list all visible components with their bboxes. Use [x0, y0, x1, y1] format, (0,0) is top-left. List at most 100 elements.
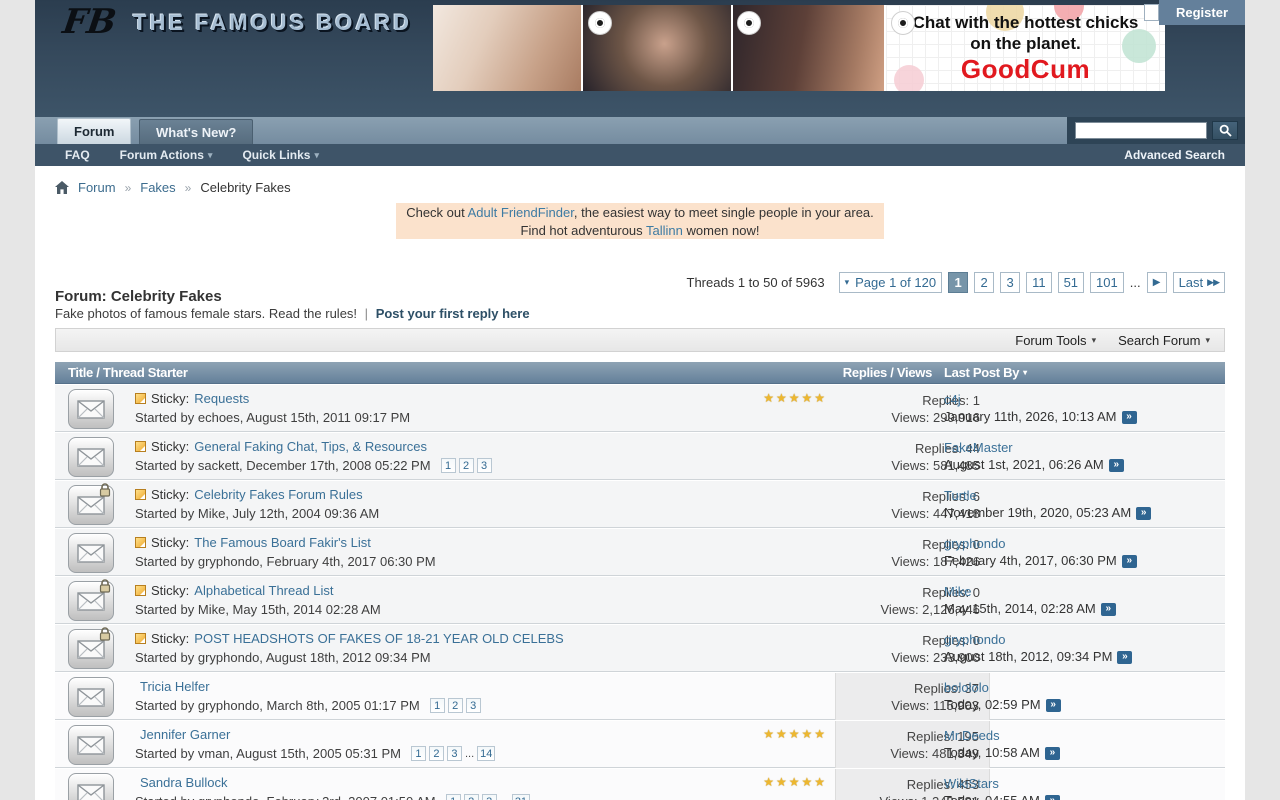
search-button[interactable] — [1212, 121, 1238, 140]
quick-links-menu[interactable]: Quick Links ▾ — [242, 148, 319, 162]
thread-title-link[interactable]: Celebrity Fakes Forum Rules — [194, 487, 362, 502]
thread-status-icon — [68, 485, 114, 525]
page-button-3[interactable]: 3 — [1000, 272, 1020, 293]
last-post-user-link[interactable]: gryphondo — [944, 536, 1137, 552]
fb-logo[interactable]: FB — [60, 2, 119, 42]
envelope-icon — [77, 736, 105, 755]
last-post-user-link[interactable]: c4j — [944, 392, 1137, 408]
search-input[interactable] — [1075, 122, 1207, 139]
search-forum-menu[interactable]: Search Forum ▾ — [1118, 333, 1210, 348]
table-row: Sticky: Celebrity Fakes Forum Rules Star… — [55, 480, 1225, 528]
last-post-user-link[interactable]: Mike — [944, 584, 1116, 600]
thread-title-link[interactable]: The Famous Board Fakir's List — [194, 535, 371, 550]
thread-status-icon — [68, 773, 114, 800]
ad-brand[interactable]: GoodCum — [886, 54, 1165, 84]
thread-title-link[interactable]: POST HEADSHOTS OF FAKES OF 18-21 YEAR OL… — [194, 631, 563, 646]
first-reply-link[interactable]: Post your first reply here — [376, 306, 530, 321]
advanced-search-link[interactable]: Advanced Search — [1124, 144, 1225, 166]
page-button-1[interactable]: 1 — [948, 272, 968, 293]
column-replies[interactable]: Replies / Views — [843, 365, 932, 380]
table-header: Title / Thread Starter Replies / Views L… — [55, 362, 1225, 384]
breadcrumb-forum[interactable]: Forum — [78, 180, 116, 195]
thread-title-link[interactable]: Sandra Bullock — [140, 775, 227, 790]
breadcrumb-current: Celebrity Fakes — [200, 180, 290, 195]
page-select-dropdown[interactable]: ▾ Page 1 of 120 — [839, 272, 943, 293]
main-nav: Forum What's New? — [35, 117, 1245, 144]
column-title[interactable]: Title / Thread Starter — [68, 365, 188, 380]
table-row: Sticky: The Famous Board Fakir's List St… — [55, 528, 1225, 576]
mini-page-button[interactable]: 2 — [429, 746, 444, 761]
last-post-user-link[interactable]: gryphondo — [944, 632, 1132, 648]
go-to-last-post-icon[interactable]: » — [1045, 795, 1060, 800]
thread-started-by: Started by Mike, May 15th, 2014 02:28 AM — [135, 602, 735, 617]
go-to-last-post-icon[interactable]: » — [1045, 747, 1060, 760]
go-to-last-post-icon[interactable]: » — [1046, 699, 1061, 712]
mini-page-button[interactable]: 14 — [477, 746, 495, 761]
forum-actions-menu[interactable]: Forum Actions ▾ — [120, 148, 213, 162]
banner-ad[interactable]: Chat with the hottest chicks on the plan… — [433, 5, 1165, 91]
last-post-user-link[interactable]: bolololo — [944, 680, 1061, 696]
last-post-date: August 18th, 2012, 09:34 PM — [944, 648, 1112, 666]
last-post-user-link[interactable]: FakeMaster — [944, 440, 1124, 456]
next-page-button[interactable]: ▶ — [1147, 272, 1167, 293]
home-icon[interactable] — [55, 181, 69, 194]
mini-page-button[interactable]: 2 — [464, 794, 479, 800]
thread-title-link[interactable]: Alphabetical Thread List — [194, 583, 333, 598]
last-post-cell: FakeMaster August 1st, 2021, 06:26 AM » — [944, 440, 1124, 474]
forum-tools-menu[interactable]: Forum Tools ▾ — [1015, 333, 1096, 348]
go-to-last-post-icon[interactable]: » — [1101, 603, 1116, 616]
mini-page-button[interactable]: 1 — [446, 794, 461, 800]
last-post-date: Today, 10:58 AM — [944, 744, 1040, 762]
mini-page-button[interactable]: 31 — [512, 794, 530, 800]
tab-forum[interactable]: Forum — [57, 118, 131, 144]
last-post-cell: WikiStars Today, 04:55 AM » — [944, 776, 1060, 800]
mini-page-button[interactable]: 1 — [411, 746, 426, 761]
go-to-last-post-icon[interactable]: » — [1109, 459, 1124, 472]
mini-page-button[interactable]: 2 — [459, 458, 474, 473]
thread-started-by: Started by gryphondo, February 3rd, 2007… — [135, 794, 735, 800]
page-button-11[interactable]: 11 — [1026, 272, 1052, 293]
page-button-101[interactable]: 101 — [1090, 272, 1124, 293]
last-post-user-link[interactable]: Turtle — [944, 488, 1151, 504]
page-button-2[interactable]: 2 — [974, 272, 994, 293]
last-post-user-link[interactable]: Mr.Deeds — [944, 728, 1060, 744]
last-post-user-link[interactable]: WikiStars — [944, 776, 1060, 792]
page-button-51[interactable]: 51 — [1058, 272, 1084, 293]
mini-page-button[interactable]: 3 — [477, 458, 492, 473]
last-page-button[interactable]: Last ▶▶ — [1173, 272, 1225, 293]
thread-title-link[interactable]: Requests — [194, 391, 249, 406]
go-to-last-post-icon[interactable]: » — [1136, 507, 1151, 520]
mini-page-button[interactable]: 1 — [430, 698, 445, 713]
go-to-last-post-icon[interactable]: » — [1122, 555, 1137, 568]
mini-page-button[interactable]: 1 — [441, 458, 456, 473]
chevron-down-icon: ▾ — [1092, 335, 1097, 346]
go-to-last-post-icon[interactable]: » — [1117, 651, 1132, 664]
mini-page-button[interactable]: 3 — [447, 746, 462, 761]
tab-whats-new[interactable]: What's New? — [139, 119, 253, 144]
mini-page-button[interactable]: 2 — [448, 698, 463, 713]
breadcrumb-separator-icon: » — [185, 181, 192, 195]
thread-status-icon — [68, 581, 114, 621]
tallinn-link[interactable]: Tallinn — [646, 223, 683, 238]
site-title[interactable]: THE FAMOUS BOARD — [133, 10, 412, 36]
thread-started-by: Started by vman, August 15th, 2005 05:31… — [135, 746, 735, 761]
thread-mini-pagination: 123 — [430, 698, 481, 713]
thread-title-link[interactable]: Tricia Helfer — [140, 679, 210, 694]
mini-page-button[interactable]: 3 — [466, 698, 481, 713]
sticky-label: Sticky: — [151, 391, 189, 406]
thread-status-icon — [68, 677, 114, 717]
pagination: Threads 1 to 50 of 5963 ▾ Page 1 of 120 … — [687, 272, 1225, 293]
envelope-icon — [77, 784, 105, 800]
thread-status-icon — [68, 629, 114, 669]
faq-link[interactable]: FAQ — [65, 148, 90, 162]
thread-title-link[interactable]: Jennifer Garner — [140, 727, 230, 742]
thread-status-icon — [68, 437, 114, 477]
column-lastpost[interactable]: Last Post By ▾ — [944, 365, 1027, 380]
mini-page-button[interactable]: 3 — [482, 794, 497, 800]
register-button[interactable]: Register — [1159, 0, 1245, 25]
adult-friendfinder-link[interactable]: Adult FriendFinder — [468, 205, 574, 220]
go-to-last-post-icon[interactable]: » — [1122, 411, 1137, 424]
thread-title-link[interactable]: General Faking Chat, Tips, & Resources — [194, 439, 427, 454]
last-post-date: August 1st, 2021, 06:26 AM — [944, 456, 1104, 474]
breadcrumb-fakes[interactable]: Fakes — [140, 180, 175, 195]
